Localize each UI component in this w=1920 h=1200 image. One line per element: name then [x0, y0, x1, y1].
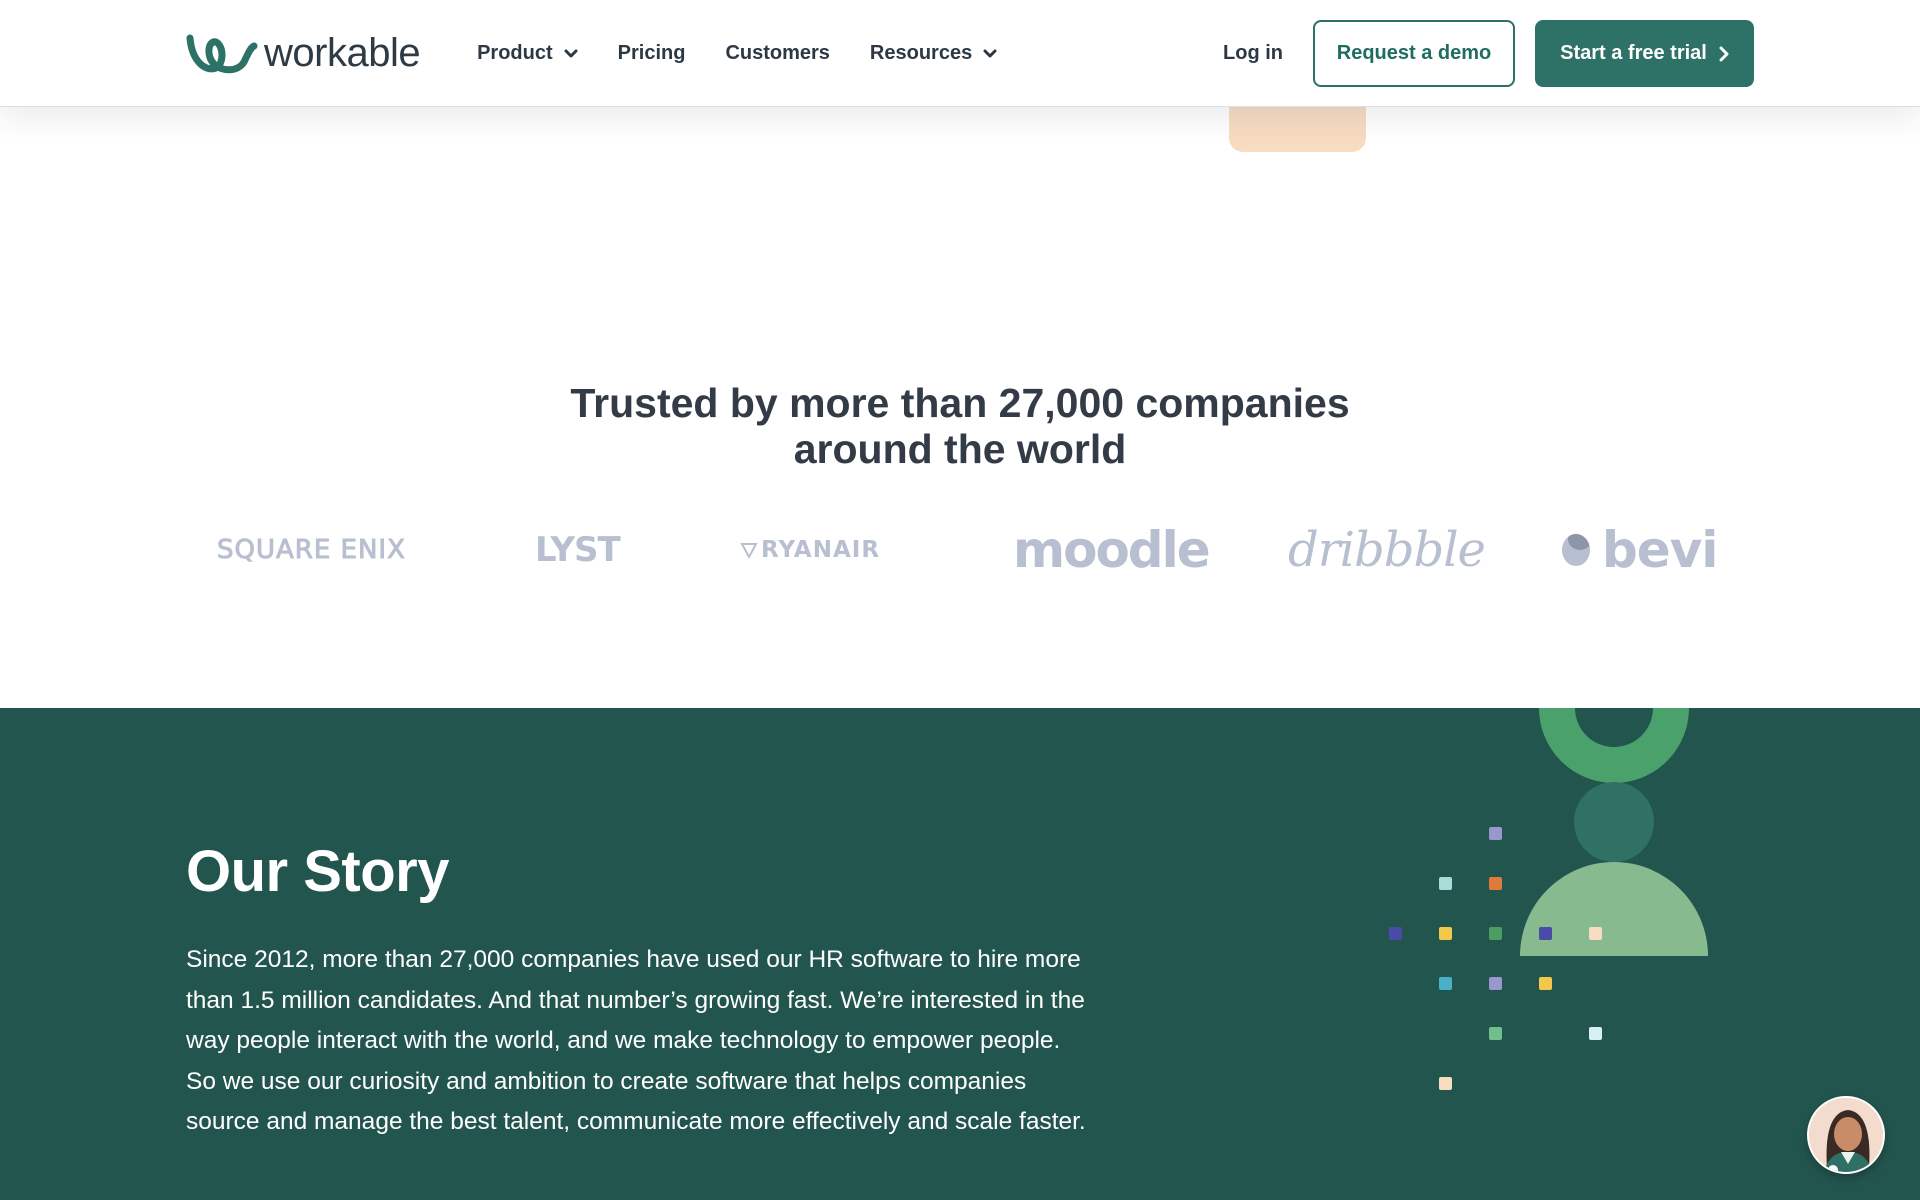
nav-pricing-label: Pricing — [617, 42, 686, 64]
decor-square — [1489, 827, 1502, 840]
customer-logos: SQUARE ENIX LYST RYANAIR moodle dribbble… — [210, 520, 1719, 580]
logo-text: workable — [264, 31, 421, 75]
header-actions: Log in Request a demo Start a free trial — [1223, 20, 1754, 87]
logo-bevi: bevi — [1562, 520, 1718, 580]
decor-square — [1439, 927, 1452, 940]
chat-assistant-avatar-icon[interactable] — [1807, 1096, 1885, 1174]
decor-square — [1489, 927, 1502, 940]
nav-resources[interactable]: Resources — [870, 42, 997, 65]
nav-customers[interactable]: Customers — [725, 42, 829, 65]
hero-illustration-edge — [1229, 107, 1366, 152]
start-free-trial-button[interactable]: Start a free trial — [1535, 20, 1754, 87]
our-story-section: Our Story Since 2012, more than 27,000 c… — [0, 708, 1920, 1200]
logo-dribbble: dribbble — [1288, 522, 1486, 578]
request-demo-button[interactable]: Request a demo — [1313, 20, 1515, 87]
our-story-body: Since 2012, more than 27,000 companies h… — [186, 946, 1086, 1136]
logo-square-enix: SQUARE ENIX — [217, 535, 406, 566]
nav-pricing[interactable]: Pricing — [618, 42, 686, 65]
nav-product-label: Product — [477, 42, 553, 64]
decor-square — [1489, 977, 1502, 990]
trusted-heading-line2: around the world — [793, 426, 1127, 472]
decor-square — [1439, 977, 1452, 990]
decor-square — [1589, 927, 1602, 940]
chevron-down-icon — [564, 49, 578, 57]
login-link[interactable]: Log in — [1223, 42, 1283, 65]
decor-square — [1489, 1027, 1502, 1040]
decor-square — [1489, 877, 1502, 890]
decor-square — [1389, 927, 1402, 940]
our-story-title: Our Story — [186, 839, 450, 904]
nav-customers-label: Customers — [725, 42, 830, 64]
bevi-mark-icon — [1562, 534, 1590, 566]
header-inner: workable Product Pricing Customers Resou… — [186, 0, 1754, 107]
decor-square — [1589, 1027, 1602, 1040]
site-header: workable Product Pricing Customers Resou… — [0, 0, 1920, 107]
trusted-heading-line1: Trusted by more than 27,000 companies — [570, 380, 1350, 426]
main-nav: Product Pricing Customers Resources — [477, 42, 1037, 65]
start-free-trial-label: Start a free trial — [1560, 42, 1707, 64]
abstract-shapes-graphic — [1520, 708, 1708, 956]
ryanair-harp-icon — [740, 543, 758, 559]
logo-ryanair-text: RYANAIR — [761, 537, 881, 563]
nav-product[interactable]: Product — [477, 42, 578, 65]
decor-square — [1539, 977, 1552, 990]
decor-square — [1439, 877, 1452, 890]
chevron-right-icon — [1719, 46, 1729, 61]
trusted-heading: Trusted by more than 27,000 companies ar… — [0, 380, 1920, 472]
logo-ryanair: RYANAIR — [740, 520, 880, 580]
logo-moodle: moodle — [1013, 521, 1211, 579]
decor-square — [1439, 1077, 1452, 1090]
story-illustration — [1370, 708, 1720, 1200]
logo-lyst: LYST — [535, 530, 621, 570]
request-demo-label: Request a demo — [1336, 42, 1492, 64]
nav-resources-label: Resources — [869, 42, 973, 64]
chevron-down-icon — [983, 49, 997, 57]
workable-logo[interactable]: workable — [186, 29, 421, 79]
logo-bevi-text: bevi — [1602, 521, 1718, 579]
decor-square — [1539, 927, 1552, 940]
workable-logo-icon — [186, 34, 258, 73]
